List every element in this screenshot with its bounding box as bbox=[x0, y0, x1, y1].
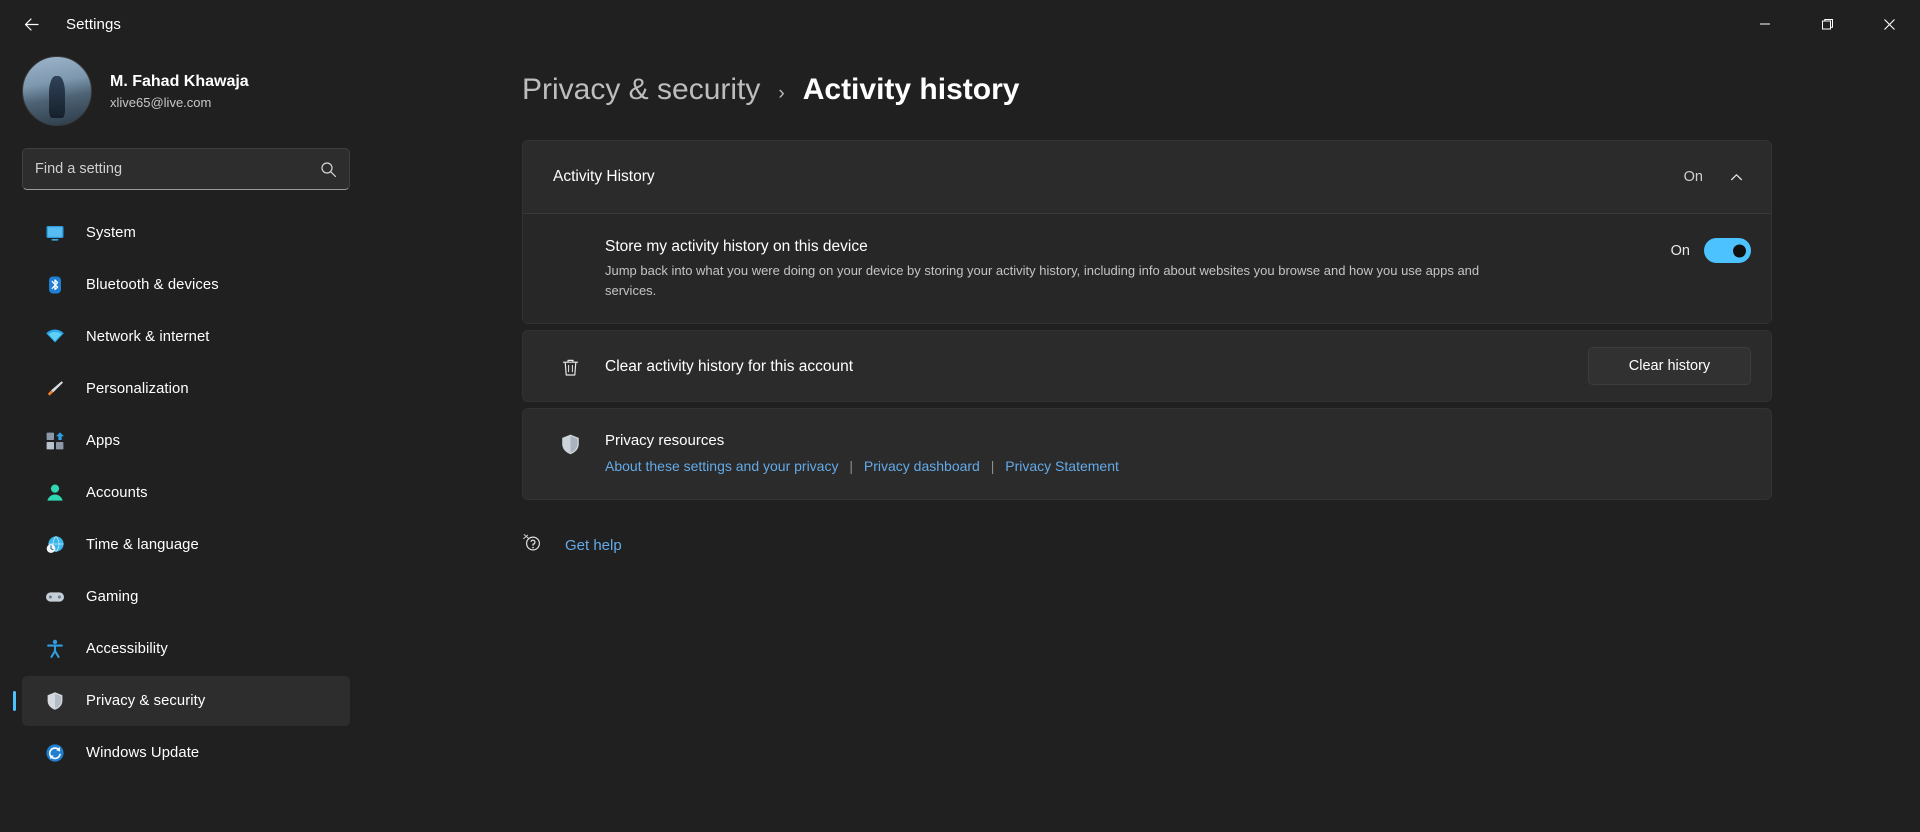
title-bar: Settings bbox=[0, 0, 1920, 48]
search-icon bbox=[321, 161, 337, 177]
profile-email: xlive65@live.com bbox=[110, 94, 212, 110]
activity-history-title: Activity History bbox=[553, 168, 655, 185]
accounts-icon bbox=[44, 482, 66, 504]
sidebar-item-accessibility[interactable]: Accessibility bbox=[22, 624, 350, 674]
gaming-icon bbox=[44, 586, 66, 608]
get-help-link[interactable]: Get help bbox=[565, 537, 622, 554]
privacy-resources-links: About these settings and your privacy | … bbox=[605, 455, 1119, 477]
chevron-up-icon[interactable] bbox=[1721, 162, 1751, 192]
window-controls bbox=[1734, 0, 1920, 48]
sidebar-item-label: Apps bbox=[86, 433, 121, 449]
windows-update-icon bbox=[44, 742, 66, 764]
link-about-settings-privacy[interactable]: About these settings and your privacy bbox=[605, 458, 838, 474]
shield-icon bbox=[44, 690, 66, 712]
settings-cards: Activity History On Store my activity hi… bbox=[522, 140, 1772, 500]
close-icon bbox=[1883, 18, 1895, 30]
link-separator: | bbox=[990, 458, 995, 474]
sidebar-item-label: Bluetooth & devices bbox=[86, 277, 219, 293]
sidebar-item-label: Accessibility bbox=[86, 641, 168, 657]
user-profile[interactable]: M. Fahad Khawaja xlive65@live.com bbox=[0, 48, 372, 134]
main-content: Privacy & security › Activity history Ac… bbox=[372, 48, 1920, 832]
minimize-button[interactable] bbox=[1734, 0, 1796, 48]
app-title: Settings bbox=[66, 15, 121, 33]
sidebar-item-bluetooth-devices[interactable]: Bluetooth & devices bbox=[22, 260, 350, 310]
back-arrow-icon bbox=[24, 17, 39, 31]
clear-history-button[interactable]: Clear history bbox=[1588, 347, 1751, 385]
sidebar-item-label: Privacy & security bbox=[86, 693, 206, 709]
store-activity-row-icon bbox=[553, 236, 587, 238]
privacy-resources-card: Privacy resources About these settings a… bbox=[522, 408, 1772, 500]
system-icon bbox=[44, 222, 66, 244]
network-icon bbox=[44, 326, 66, 348]
sidebar-item-privacy-security[interactable]: Privacy & security bbox=[22, 676, 350, 726]
maximize-icon bbox=[1821, 18, 1833, 29]
search-input[interactable] bbox=[35, 161, 320, 177]
sidebar-item-apps[interactable]: Apps bbox=[22, 416, 350, 466]
bluetooth-icon bbox=[44, 274, 66, 296]
store-activity-history-row: Store my activity history on this device… bbox=[523, 213, 1771, 323]
sidebar-item-label: Time & language bbox=[86, 537, 199, 553]
link-separator: | bbox=[849, 458, 853, 474]
breadcrumb-parent[interactable]: Privacy & security bbox=[522, 73, 760, 107]
sidebar: M. Fahad Khawaja xlive65@live.com System bbox=[0, 48, 372, 832]
activity-history-card: Activity History On Store my activity hi… bbox=[522, 140, 1772, 324]
privacy-resources-title: Privacy resources bbox=[605, 432, 725, 449]
breadcrumb-separator: › bbox=[778, 83, 785, 104]
sidebar-item-label: Windows Update bbox=[86, 745, 200, 761]
sidebar-item-personalization[interactable]: Personalization bbox=[22, 364, 350, 414]
back-button[interactable] bbox=[12, 5, 50, 43]
trash-icon bbox=[553, 355, 587, 378]
sidebar-item-label: Gaming bbox=[86, 589, 139, 605]
clear-history-row: Clear activity history for this account … bbox=[523, 331, 1771, 401]
clear-history-card: Clear activity history for this account … bbox=[522, 330, 1772, 402]
help-icon bbox=[522, 532, 543, 558]
link-privacy-dashboard[interactable]: Privacy dashboard bbox=[864, 458, 980, 474]
store-activity-description: Jump back into what you were doing on yo… bbox=[605, 263, 1480, 298]
get-help-row: Get help bbox=[522, 532, 1920, 558]
close-button[interactable] bbox=[1858, 0, 1920, 48]
sidebar-nav: System Bluetooth & devices Network & int… bbox=[0, 208, 372, 778]
sidebar-item-windows-update[interactable]: Windows Update bbox=[22, 728, 350, 778]
maximize-button[interactable] bbox=[1796, 0, 1858, 48]
sidebar-item-label: System bbox=[86, 225, 136, 241]
personalization-icon bbox=[44, 378, 66, 400]
minimize-icon bbox=[1760, 23, 1770, 25]
clear-history-label: Clear activity history for this account bbox=[605, 357, 854, 375]
time-language-icon bbox=[44, 534, 66, 556]
sidebar-item-time-language[interactable]: Time & language bbox=[22, 520, 350, 570]
link-privacy-statement[interactable]: Privacy Statement bbox=[1005, 458, 1119, 474]
sidebar-item-network-internet[interactable]: Network & internet bbox=[22, 312, 350, 362]
sidebar-item-label: Personalization bbox=[86, 381, 189, 397]
sidebar-item-system[interactable]: System bbox=[22, 208, 350, 258]
profile-name: M. Fahad Khawaja bbox=[110, 72, 249, 90]
sidebar-item-label: Accounts bbox=[86, 485, 148, 501]
store-activity-toggle-label: On bbox=[1670, 242, 1690, 259]
page-title: Activity history bbox=[802, 73, 1020, 106]
activity-history-expander-header[interactable]: Activity History On bbox=[523, 141, 1771, 213]
search-box[interactable] bbox=[22, 148, 350, 190]
sidebar-item-accounts[interactable]: Accounts bbox=[22, 468, 350, 518]
avatar bbox=[22, 56, 92, 126]
breadcrumb: Privacy & security › Activity history bbox=[372, 73, 1920, 107]
store-activity-toggle[interactable] bbox=[1704, 238, 1751, 263]
privacy-resources-row: Privacy resources About these settings a… bbox=[523, 409, 1771, 499]
sidebar-item-label: Network & internet bbox=[86, 329, 210, 345]
store-activity-title: Store my activity history on this device bbox=[605, 238, 868, 255]
activity-history-state: On bbox=[1683, 169, 1703, 185]
shield-icon bbox=[553, 431, 587, 456]
sidebar-item-gaming[interactable]: Gaming bbox=[22, 572, 350, 622]
toggle-knob bbox=[1733, 244, 1746, 257]
accessibility-icon bbox=[44, 638, 66, 660]
apps-icon bbox=[44, 430, 66, 452]
